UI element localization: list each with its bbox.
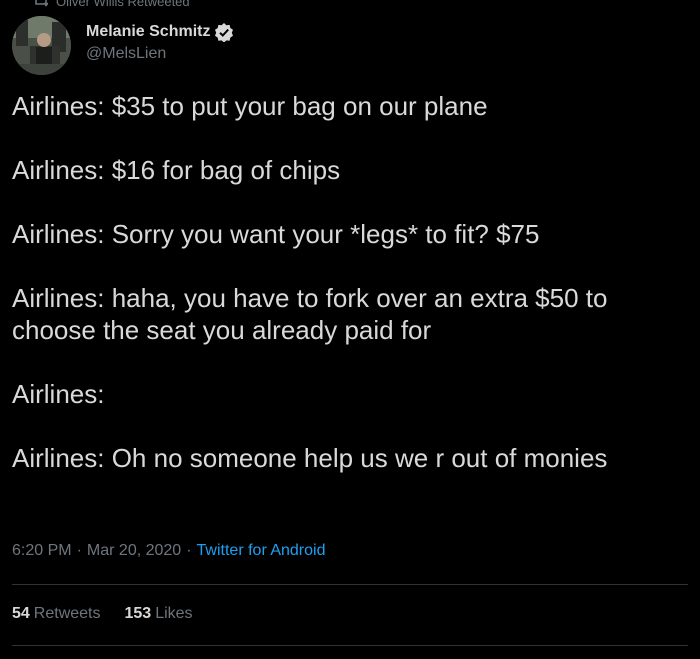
tweet-line-blank (12, 410, 692, 442)
tweet-line-blank (12, 186, 692, 218)
handle[interactable]: @MelsLien (86, 45, 234, 63)
retweet-context[interactable]: Oliver Willis Retweeted (34, 0, 190, 9)
tweet-line-blank (12, 250, 692, 282)
tweet-meta: 6:20 PM · Mar 20, 2020 · Twitter for And… (12, 542, 325, 560)
likes-count: 153 (124, 605, 152, 622)
retweets-count: 54 (12, 605, 30, 622)
tweet-stats: 54 Retweets 153 Likes (12, 605, 193, 623)
display-name[interactable]: Melanie Schmitz (86, 23, 210, 41)
tweet-line: choose the seat you already paid for (12, 315, 432, 345)
retweet-icon (34, 0, 49, 7)
tweet-time[interactable]: 6:20 PM (12, 542, 72, 560)
tweet-author[interactable]: Melanie Schmitz @MelsLien (86, 21, 234, 63)
retweets-stat[interactable]: 54 Retweets (12, 605, 101, 623)
tweet-line: Airlines: Oh no someone help us we r out… (12, 443, 608, 473)
verified-badge-icon (214, 22, 234, 43)
tweet-line: Airlines: $35 to put your bag on our pla… (12, 91, 488, 121)
divider (12, 584, 688, 585)
meta-separator: · (186, 542, 192, 559)
tweet-line: Airlines: $16 for bag of chips (12, 155, 341, 185)
tweet-line: Airlines: (12, 379, 105, 409)
retweets-label: Retweets (33, 605, 101, 622)
tweet-date[interactable]: Mar 20, 2020 (87, 542, 181, 560)
tweet-line: Airlines: haha, you have to fork over an… (12, 283, 608, 313)
retweet-context-text: Oliver Willis Retweeted (56, 0, 190, 9)
likes-stat[interactable]: 153 Likes (125, 605, 193, 623)
likes-label: Likes (155, 605, 193, 622)
tweet-line-blank (12, 346, 692, 378)
tweet-source-link[interactable]: Twitter for Android (197, 542, 326, 560)
tweet-text: Airlines: $35 to put your bag on our pla… (12, 90, 692, 474)
meta-separator: · (76, 542, 82, 559)
tweet-line-blank (12, 122, 692, 154)
avatar[interactable] (12, 16, 71, 75)
divider (12, 645, 688, 646)
tweet-line: Airlines: Sorry you want your *legs* to … (12, 219, 540, 249)
